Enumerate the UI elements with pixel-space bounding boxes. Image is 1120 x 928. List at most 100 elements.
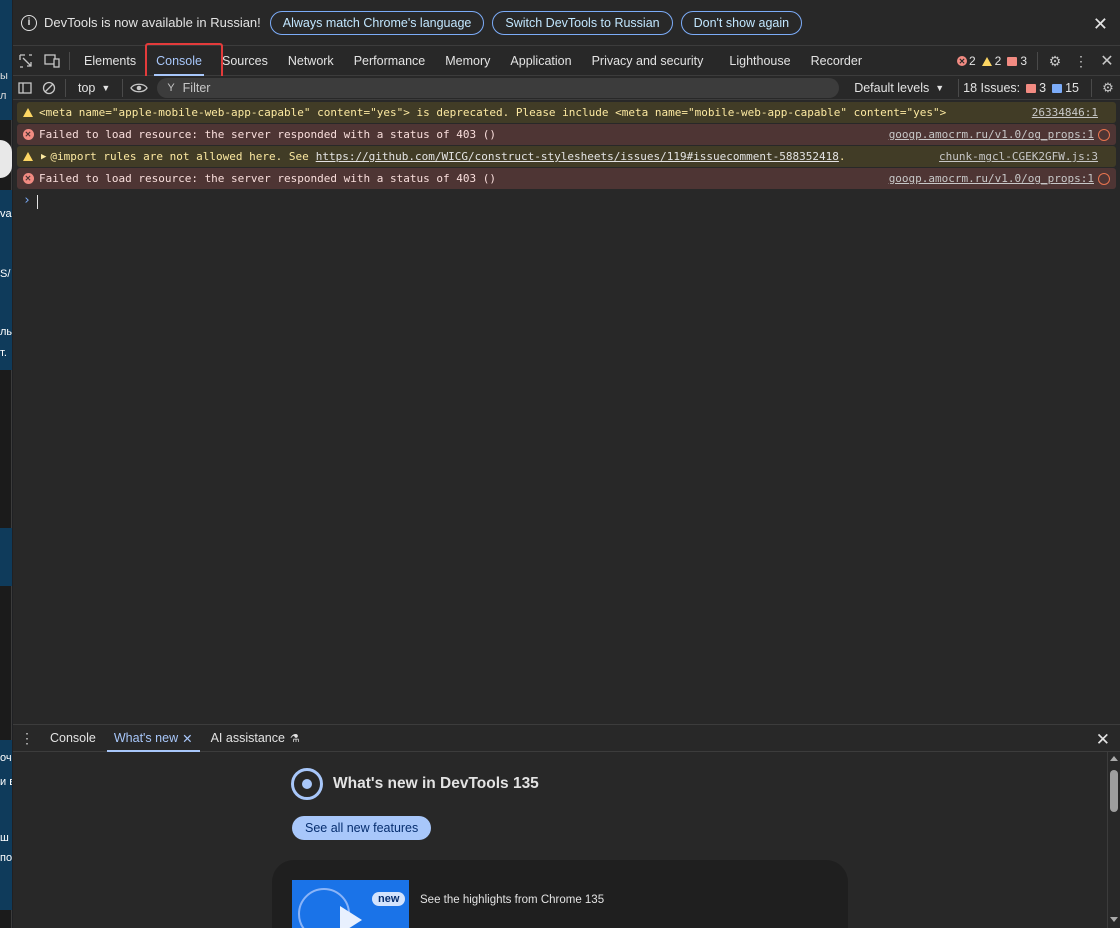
error-icon: ✕: [17, 173, 39, 184]
close-icon[interactable]: ✕: [1093, 14, 1108, 35]
sidebar-toggle-icon[interactable]: [13, 76, 37, 100]
infobar-message: DevTools is now available in Russian!: [44, 15, 261, 30]
console-input[interactable]: [37, 195, 38, 209]
warning-icon: [981, 56, 992, 66]
message-source-link[interactable]: 26334846:1: [1032, 106, 1098, 119]
console-settings-gear-icon[interactable]: ⚙: [1096, 76, 1120, 100]
message-text: <meta name="apple-mobile-web-app-capable…: [39, 106, 947, 119]
issues-summary[interactable]: 18 Issues: 3 15: [963, 81, 1079, 95]
message-text: Failed to load resource: the server resp…: [39, 172, 496, 185]
filter-placeholder: Filter: [182, 80, 211, 95]
message-source-link[interactable]: chunk-mgcl-CGEK2GFW.js:3: [939, 150, 1098, 163]
tab-elements[interactable]: Elements: [74, 46, 146, 76]
filter-input[interactable]: Y Filter: [157, 77, 840, 98]
drawer-tab-label: What's new: [113, 731, 179, 745]
see-all-features-button[interactable]: See all new features: [292, 816, 432, 840]
console-message-warning[interactable]: ▶ @import rules are not allowed here. Se…: [17, 146, 1116, 167]
drawer-menu-icon[interactable]: ⋮: [13, 723, 41, 753]
clear-console-icon[interactable]: [37, 76, 61, 100]
drawer-tab-console[interactable]: Console: [41, 724, 105, 752]
warning-icon: [17, 108, 39, 117]
message-text-suffix: .: [838, 150, 846, 163]
console-message-warning[interactable]: <meta name="apple-mobile-web-app-capable…: [17, 102, 1116, 123]
tab-bar-status: ✕ 2 2 3 ⚙ ⋮ ✕: [956, 46, 1120, 76]
live-expression-eye-icon[interactable]: [127, 76, 151, 100]
tab-privacy-security[interactable]: Privacy and security: [582, 46, 714, 76]
new-badge: new: [372, 892, 406, 906]
scroll-down-arrow-icon[interactable]: [1110, 917, 1118, 922]
drawer-tab-whats-new[interactable]: What's new ✕: [105, 724, 202, 752]
devtools-panel: i DevTools is now available in Russian! …: [13, 0, 1120, 928]
info-icon: i: [21, 14, 37, 31]
issue-icon: [1007, 56, 1018, 66]
scroll-up-arrow-icon[interactable]: [1110, 756, 1118, 761]
tab-sources[interactable]: Sources: [212, 46, 278, 76]
whats-new-scrollbar[interactable]: [1107, 752, 1120, 928]
issues-error-count: 3: [1039, 81, 1047, 95]
console-messages: <meta name="apple-mobile-web-app-capable…: [13, 101, 1120, 190]
page-strip-avatar: [0, 140, 12, 178]
error-icon: ✕: [17, 129, 39, 140]
close-drawer-icon[interactable]: ✕: [1096, 730, 1110, 750]
close-tab-icon[interactable]: ✕: [182, 731, 192, 746]
device-toolbar-icon[interactable]: [39, 46, 65, 76]
console-toolbar: top ▼ Y Filter Default levels ▼ 18 Issue…: [13, 76, 1120, 100]
page-strip-block: [0, 0, 12, 120]
issues-counter[interactable]: 3: [1007, 54, 1027, 68]
tab-network[interactable]: Network: [278, 46, 344, 76]
page-strip-block: [0, 740, 12, 910]
tab-recorder[interactable]: Recorder: [801, 46, 872, 76]
highlights-card-text: See the highlights from Chrome 135: [420, 894, 605, 906]
console-prompt-chevron-icon: ›: [23, 193, 31, 208]
chrome-logo-icon: [291, 768, 323, 800]
drawer-tab-ai-assistance[interactable]: AI assistance ⚗: [202, 724, 309, 752]
drawer-tab-label: AI assistance: [210, 731, 285, 745]
highlights-video-thumbnail[interactable]: new: [292, 880, 409, 928]
warning-counter[interactable]: 2: [981, 54, 1001, 68]
experimental-flask-icon: ⚗: [289, 732, 300, 745]
console-message-error[interactable]: ✕ Failed to load resource: the server re…: [17, 168, 1116, 189]
inspect-element-icon[interactable]: [13, 46, 39, 76]
console-message-error[interactable]: ✕ Failed to load resource: the server re…: [17, 124, 1116, 145]
network-request-icon[interactable]: [1098, 128, 1110, 141]
message-text: Failed to load resource: the server resp…: [39, 128, 496, 141]
issues-info-count: 15: [1065, 81, 1079, 95]
main-tab-bar: Elements Console Sources Network Perform…: [13, 46, 1120, 76]
toolbar-divider: [1091, 79, 1092, 97]
tab-memory[interactable]: Memory: [435, 46, 500, 76]
tab-lighthouse[interactable]: Lighthouse: [719, 46, 800, 76]
context-selector[interactable]: top ▼: [70, 81, 118, 95]
console-toolbar-right: Default levels ▼ 18 Issues: 3 15 ⚙: [854, 76, 1120, 100]
page-strip-text: ш: [0, 832, 9, 844]
log-levels-dropdown[interactable]: Default levels ▼: [854, 81, 944, 95]
tab-console[interactable]: Console: [146, 46, 212, 76]
toolbar-divider: [122, 78, 124, 97]
network-request-icon[interactable]: [1098, 172, 1110, 185]
switch-language-button[interactable]: Switch DevTools to Russian: [492, 10, 673, 35]
message-source-link[interactable]: googp.amocrm.ru/v1.0/og_props:1: [889, 128, 1094, 141]
tab-performance[interactable]: Performance: [344, 46, 436, 76]
error-icon: ✕: [956, 56, 967, 66]
page-strip-text: лы: [0, 326, 12, 338]
page-strip-text: по: [0, 852, 12, 864]
highlights-card[interactable]: new See the highlights from Chrome 135: [272, 860, 848, 928]
page-strip-text: va: [0, 208, 12, 220]
error-counter[interactable]: ✕ 2: [956, 54, 976, 68]
settings-gear-icon[interactable]: ⚙: [1042, 46, 1068, 76]
play-icon: [340, 906, 362, 928]
page-strip-text: S/: [0, 268, 11, 280]
close-devtools-icon[interactable]: ✕: [1094, 46, 1120, 76]
message-text: @import rules are not allowed here. See: [50, 150, 309, 163]
message-source-link[interactable]: googp.amocrm.ru/v1.0/og_props:1: [889, 172, 1094, 185]
issue-info-icon: [1052, 83, 1063, 93]
page-strip-text: и в: [0, 776, 12, 788]
dont-show-again-button[interactable]: Don't show again: [680, 10, 803, 35]
toolbar-divider: [69, 51, 70, 70]
scrollbar-thumb[interactable]: [1110, 770, 1118, 812]
message-link[interactable]: https://github.com/WICG/construct-styles…: [316, 150, 839, 163]
tab-application[interactable]: Application: [500, 46, 581, 76]
more-options-icon[interactable]: ⋮: [1068, 46, 1094, 76]
match-language-button[interactable]: Always match Chrome's language: [269, 10, 485, 35]
page-strip-text: оч: [0, 752, 12, 764]
expand-triangle-icon[interactable]: ▶: [41, 152, 46, 162]
